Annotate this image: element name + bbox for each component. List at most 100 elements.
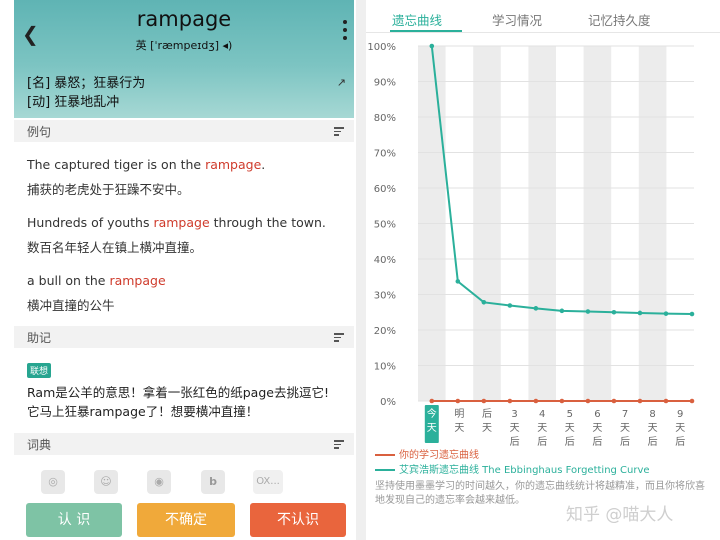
word-panel: ❮ rampage 英 [ˈræmpeɪdʒ] ◂) [名] 暴怒；狂暴行为 [… [14, 0, 354, 540]
know-button[interactable]: 认 识 [26, 503, 122, 537]
y-tick-label: 60% [374, 184, 396, 195]
x-tick-label: 8 [649, 409, 655, 420]
data-point [533, 306, 539, 311]
y-tick-label: 100% [367, 42, 396, 53]
x-tick-label: 天 [620, 423, 630, 434]
y-tick-label: 10% [374, 362, 396, 373]
y-tick-label: 80% [374, 113, 396, 124]
data-point [455, 279, 461, 284]
data-point [481, 398, 487, 404]
example-zh: 数百名年轻人在镇上横冲直撞。 [27, 240, 203, 255]
data-point [481, 300, 487, 305]
y-tick-label: 70% [374, 149, 396, 160]
x-tick-label: 3 [511, 409, 517, 420]
example-en: Hundreds of youths rampage through the t… [27, 215, 326, 230]
x-tick-label: 天 [427, 423, 437, 434]
example-zh: 横冲直撞的公牛 [27, 298, 115, 313]
x-tick-label: 后 [592, 436, 602, 448]
dictionary-list: ◎ ☺ ◉ b OX... [27, 470, 347, 496]
data-point [507, 398, 513, 404]
data-point [663, 398, 669, 404]
x-tick-label: 后 [675, 436, 685, 448]
y-tick-label: 50% [374, 220, 396, 231]
data-point [429, 43, 435, 49]
x-tick-label: 5 [567, 409, 573, 420]
dict-icon-3[interactable]: ◉ [147, 470, 171, 494]
data-point [559, 398, 565, 404]
dict-icon-1[interactable]: ◎ [41, 470, 65, 494]
panel-divider [356, 0, 366, 540]
x-tick-label: 天 [675, 423, 685, 434]
x-tick-label: 后 [565, 436, 575, 448]
watermark: 知乎 @喵大人 [566, 505, 674, 525]
x-tick-label: 7 [622, 409, 628, 420]
bing-icon[interactable]: b [201, 470, 225, 494]
data-point [533, 398, 539, 404]
section-notes-label: 助记 [27, 331, 52, 345]
mnemonic-note: Ram是公羊的意思！拿着一张红色的纸page去挑逗它! 它马上狂暴rampage… [27, 385, 329, 419]
section-dicts[interactable]: 词典 [14, 433, 354, 455]
dict-icon-2[interactable]: ☺ [94, 470, 118, 494]
y-tick-label: 20% [374, 326, 396, 337]
unsure-button[interactable]: 不确定 [137, 503, 235, 537]
phonetic[interactable]: 英 [ˈræmpeɪdʒ] ◂) [14, 37, 354, 53]
section-notes[interactable]: 助记 [14, 326, 354, 348]
x-tick-label: 后 [482, 408, 492, 420]
data-point [507, 303, 513, 308]
x-tick-label: 6 [594, 409, 600, 420]
data-point [637, 398, 643, 404]
section-examples-label: 例句 [27, 125, 52, 139]
x-tick-label: 今 [427, 407, 437, 420]
definition-noun: [名] 暴怒；狂暴行为 [27, 76, 146, 91]
unknown-button[interactable]: 不认识 [250, 503, 346, 537]
data-point [585, 398, 591, 404]
edit-icon[interactable]: ↗ [337, 76, 346, 89]
x-tick-label: 后 [620, 436, 630, 448]
x-tick-label: 天 [454, 423, 464, 434]
section-examples[interactable]: 例句 [14, 120, 354, 142]
data-point [689, 398, 695, 404]
data-point [559, 308, 565, 314]
x-tick-label: 天 [537, 423, 547, 434]
oxford-icon[interactable]: OX... [253, 470, 283, 494]
x-tick-label: 后 [648, 436, 658, 448]
legend-own-curve: 你的学习遗忘曲线 [375, 446, 479, 461]
x-tick-label: 天 [482, 423, 492, 434]
forgetting-curve-chart: 100%90%80%70%60%50%40%30%20%10%0%今天明天后天3… [367, 42, 695, 448]
section-menu-icon[interactable] [334, 127, 344, 138]
example-zh: 捕获的老虎处于狂躁不安中。 [27, 182, 190, 197]
x-tick-label: 天 [565, 423, 575, 434]
word-title: rampage [136, 7, 232, 31]
definitions: [名] 暴怒；狂暴行为 [动] 狂暴地乱冲 [27, 74, 145, 112]
data-point [637, 310, 643, 316]
section-menu-icon[interactable] [334, 333, 344, 344]
legend-ebbinghaus-curve: 艾宾浩斯遗忘曲线 The Ebbinghaus Forgetting Curve [375, 461, 650, 476]
x-tick-label: 9 [677, 409, 683, 420]
data-point [663, 311, 669, 316]
section-menu-icon[interactable] [334, 440, 344, 451]
more-menu-icon[interactable] [342, 20, 348, 44]
example-en: a bull on the rampage [27, 273, 166, 288]
y-tick-label: 30% [374, 291, 396, 302]
y-tick-label: 0% [380, 397, 396, 408]
x-tick-label: 天 [648, 423, 658, 434]
data-point [611, 309, 617, 315]
mnemonic-tag: 联想 [27, 363, 52, 378]
data-point [689, 311, 695, 317]
data-point [611, 398, 617, 404]
data-point [585, 309, 591, 314]
section-dicts-label: 词典 [27, 438, 52, 452]
x-tick-label: 后 [510, 436, 520, 448]
data-point [429, 398, 435, 404]
stats-panel: 遗忘曲线 学习情况 记忆持久度 100% 90% 80% 70% 60% 50% 40% 30… [366, 0, 720, 540]
word-header: ❮ rampage 英 [ˈræmpeɪdʒ] ◂) [名] 暴怒；狂暴行为 [… [14, 0, 354, 118]
data-point [455, 398, 461, 404]
x-tick-label: 后 [537, 436, 547, 448]
x-tick-label: 天 [510, 423, 520, 434]
x-tick-label: 明 [454, 408, 464, 420]
y-tick-label: 40% [374, 255, 396, 266]
example-en: The captured tiger is on the rampage. [27, 157, 266, 172]
x-tick-label: 4 [539, 409, 545, 420]
y-tick-label: 90% [374, 78, 396, 89]
x-tick-label: 天 [592, 423, 602, 434]
